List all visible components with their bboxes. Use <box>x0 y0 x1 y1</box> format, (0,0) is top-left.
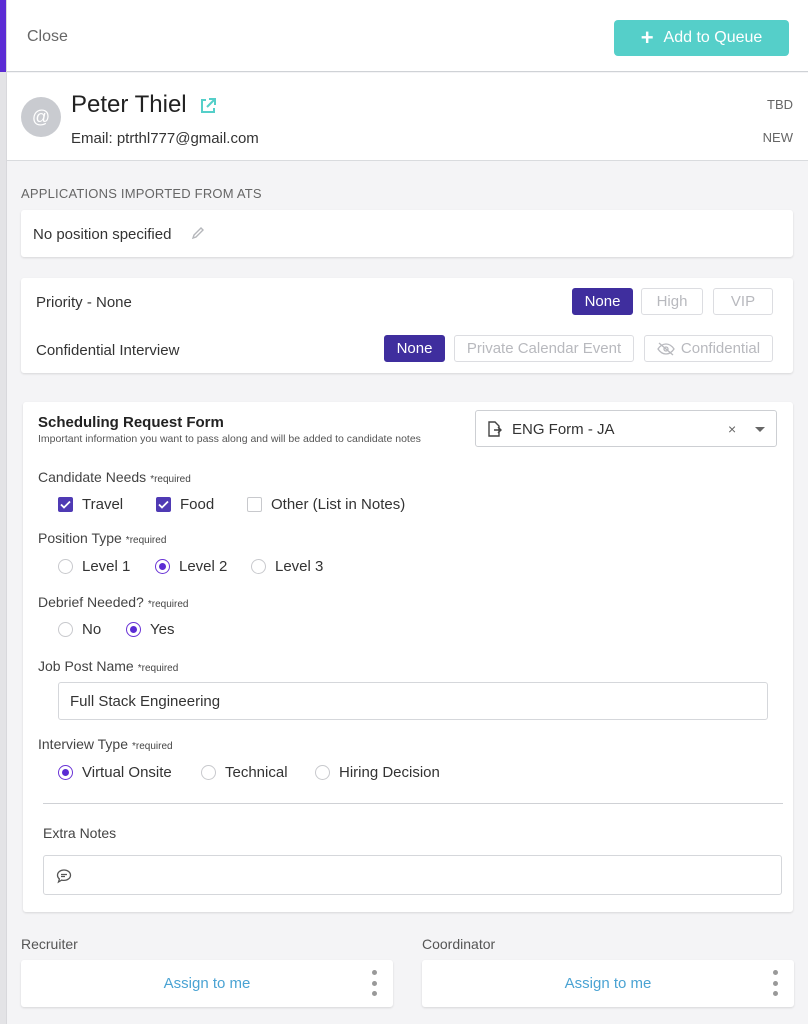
option-label: Travel <box>82 496 124 513</box>
pencil-icon[interactable] <box>191 226 205 240</box>
clear-icon[interactable]: × <box>728 421 736 437</box>
form-template-select[interactable]: ENG Form - JA × <box>475 410 777 447</box>
option-hiring-decision[interactable]: Hiring Decision <box>315 764 440 781</box>
avatar: @ <box>21 97 61 137</box>
candidate-detail-panel: Close + Add to Queue @ Peter Thiel Email… <box>6 0 808 1024</box>
application-position-card[interactable]: No position specified <box>21 210 793 257</box>
option-technical[interactable]: Technical <box>201 764 288 781</box>
option-label: Hiring Decision <box>339 764 440 781</box>
radio-level-1[interactable] <box>58 559 73 574</box>
priority-vip-button[interactable]: VIP <box>713 288 773 315</box>
priority-high-button[interactable]: High <box>641 288 703 315</box>
job-post-name-label: Job Post Name *required <box>38 658 179 674</box>
option-food[interactable]: Food <box>156 496 214 513</box>
option-level-1[interactable]: Level 1 <box>58 558 130 575</box>
form-title: Scheduling Request Form <box>38 414 224 431</box>
position-text: No position specified <box>33 226 172 243</box>
confidential-none-button[interactable]: None <box>384 335 445 362</box>
recruiter-card: Assign to me <box>21 960 393 1007</box>
priority-card: Priority - None None High VIP Confidenti… <box>21 278 793 373</box>
checkbox-travel[interactable] <box>58 497 73 512</box>
confidential-label: Confidential Interview <box>36 342 180 359</box>
candidate-tag: TBD <box>767 97 793 112</box>
option-label: Other (List in Notes) <box>271 496 406 513</box>
option-virtual-onsite[interactable]: Virtual Onsite <box>58 764 172 781</box>
applications-section-label: APPLICATIONS IMPORTED FROM ATS <box>21 186 262 201</box>
option-label: No <box>82 621 102 638</box>
option-label: Technical <box>225 764 288 781</box>
add-to-queue-label: Add to Queue <box>663 29 763 46</box>
debrief-label: Debrief Needed? *required <box>38 594 189 610</box>
chevron-down-icon[interactable] <box>755 427 765 432</box>
checkbox-other[interactable] <box>247 497 262 512</box>
option-other[interactable]: Other (List in Notes) <box>247 496 405 513</box>
candidate-email: Email: ptrthl777@gmail.com <box>71 130 259 147</box>
option-label: Level 2 <box>179 558 228 575</box>
radio-technical[interactable] <box>201 765 216 780</box>
coordinator-label: Coordinator <box>422 936 496 952</box>
radio-level-3[interactable] <box>251 559 266 574</box>
radio-hiring-decision[interactable] <box>315 765 330 780</box>
selected-form-text: ENG Form - JA <box>512 421 615 438</box>
option-label: Food <box>180 496 215 513</box>
candidate-summary: @ Peter Thiel Email: ptrthl777@gmail.com… <box>7 73 808 161</box>
form-divider <box>43 803 783 804</box>
option-label: Level 3 <box>275 558 324 575</box>
assign-recruiter-link[interactable]: Assign to me <box>21 975 393 992</box>
eye-slash-icon <box>657 342 675 355</box>
recruiter-label: Recruiter <box>21 936 78 952</box>
close-button[interactable]: Close <box>27 28 68 46</box>
radio-level-2[interactable] <box>155 559 170 574</box>
position-type-label: Position Type *required <box>38 530 167 546</box>
assign-coordinator-link[interactable]: Assign to me <box>422 975 794 992</box>
extra-notes-field[interactable] <box>43 855 782 895</box>
option-level-3[interactable]: Level 3 <box>251 558 323 575</box>
candidate-needs-label: Candidate Needs *required <box>38 469 191 485</box>
form-subtitle: Important information you want to pass a… <box>38 433 421 445</box>
option-travel[interactable]: Travel <box>58 496 123 513</box>
option-label: Level 1 <box>82 558 131 575</box>
radio-virtual-onsite[interactable] <box>58 765 73 780</box>
confidential-button-label: Confidential <box>680 340 761 357</box>
external-link-icon[interactable] <box>199 97 217 115</box>
option-label: Virtual Onsite <box>82 764 172 781</box>
kebab-menu-icon[interactable] <box>371 970 377 996</box>
private-calendar-event-button[interactable]: Private Calendar Event <box>454 335 634 362</box>
priority-label: Priority - None <box>36 294 132 311</box>
extra-notes-label: Extra Notes <box>43 825 117 841</box>
plus-icon: + <box>640 25 654 50</box>
confidential-button[interactable]: Confidential <box>644 335 773 362</box>
add-to-queue-button[interactable]: + Add to Queue <box>614 20 789 56</box>
status-badge: NEW <box>762 130 793 145</box>
priority-none-button[interactable]: None <box>572 288 633 315</box>
scheduling-request-form: Scheduling Request Form Important inform… <box>23 402 793 912</box>
option-label: Yes <box>150 621 175 638</box>
chat-icon <box>56 869 72 884</box>
document-export-icon <box>488 421 502 437</box>
option-no[interactable]: No <box>58 621 101 638</box>
radio-no[interactable] <box>58 622 73 637</box>
job-post-name-field[interactable]: Full Stack Engineering <box>58 682 768 720</box>
interview-type-label: Interview Type *required <box>38 736 173 752</box>
radio-yes[interactable] <box>126 622 141 637</box>
panel-header: Close + Add to Queue <box>7 0 808 72</box>
checkbox-food[interactable] <box>156 497 171 512</box>
coordinator-card: Assign to me <box>422 960 794 1007</box>
option-level-2[interactable]: Level 2 <box>155 558 227 575</box>
candidate-name: Peter Thiel <box>71 91 187 118</box>
kebab-menu-icon[interactable] <box>772 970 778 996</box>
option-yes[interactable]: Yes <box>126 621 174 638</box>
checkmark-icon <box>158 500 169 509</box>
checkmark-icon <box>60 500 71 509</box>
